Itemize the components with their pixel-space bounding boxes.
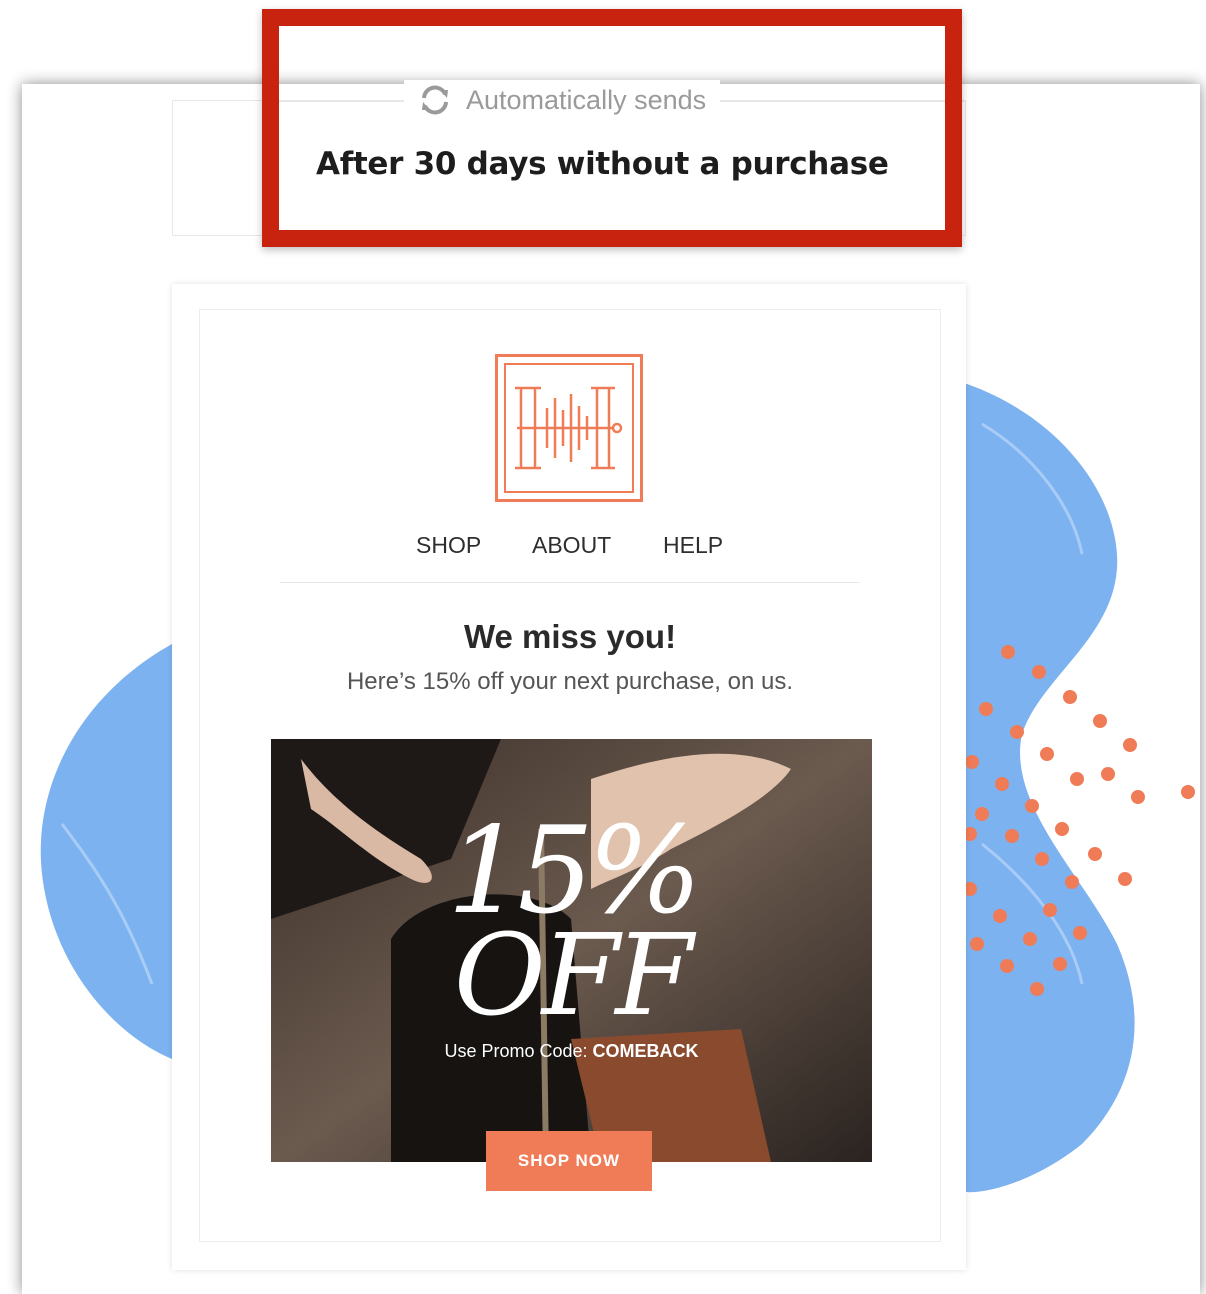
email-headline: We miss you! <box>463 618 677 655</box>
highlight-box <box>262 9 962 247</box>
hero-off: OFF <box>453 911 693 1041</box>
email-subline: Here’s 15% off your next purchase, on us… <box>346 668 794 695</box>
shop-now-button[interactable]: SHOP NOW <box>486 1131 652 1191</box>
nav-shop-link[interactable]: SHOP <box>416 532 481 559</box>
hero-image[interactable]: 15% OFF Use Promo Code: COMEBACK <box>271 739 872 1162</box>
promo-code: COMEBACK <box>592 1041 699 1061</box>
nav-divider <box>280 582 860 583</box>
nav-about-link[interactable]: ABOUT <box>532 532 611 559</box>
nav-help-link[interactable]: HELP <box>663 532 723 559</box>
promo-prefix: Use Promo Code: <box>444 1041 588 1061</box>
promo-code-line: Use Promo Code: COMEBACK <box>271 1041 872 1062</box>
brand-logo[interactable] <box>495 354 643 507</box>
